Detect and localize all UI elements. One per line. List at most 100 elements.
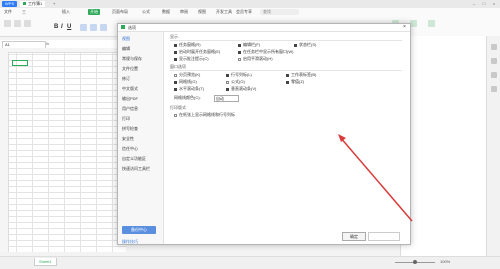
option-status-bar[interactable]: 状态栏(S) [294,43,316,47]
menu-review[interactable]: 审阅 [178,9,190,15]
minimize-icon[interactable]: – [470,1,478,7]
nav-item-spell-check[interactable]: 拼写检查 [122,126,138,132]
ok-button[interactable]: 确定 [342,232,366,241]
italic-icon[interactable]: I [61,24,66,30]
divider [170,70,402,71]
option-expand-task-pane[interactable]: 启动时展开任务窗格(E) [174,50,220,54]
nav-item-custom-ribbon[interactable]: 自定义功能区 [122,156,146,162]
option-zero-values[interactable]: 零值(Z) [286,80,304,84]
checkbox-checked[interactable] [238,43,241,47]
option-print-gridlines[interactable]: 在纸张上显示网格线和行号列标 [174,113,235,117]
option-gridlines[interactable]: 网格线(G) [174,80,197,84]
checkbox-checked[interactable] [238,50,241,54]
tools-icon[interactable] [491,86,497,92]
option-horizontal-scrollbar[interactable]: 水平滚动条(T) [174,87,204,91]
sheet-tab[interactable]: Sheet1 [34,258,57,266]
option-vertical-scrollbar[interactable]: 垂直滚动条(V) [226,87,256,91]
nav-item-revision[interactable]: 修订 [122,76,130,82]
cut-icon[interactable] [14,20,21,27]
nav-item-security[interactable]: 安全性 [122,136,134,142]
nav-item-print[interactable]: 打印 [122,116,130,122]
section-print-title: 打印版式 [170,105,186,110]
checkbox-checked[interactable] [226,73,229,77]
zoom-slider-handle[interactable] [413,260,417,264]
nav-item-quick-access[interactable]: 快速访问工具栏 [122,166,150,172]
cursor-icon[interactable] [491,44,497,50]
close-icon[interactable]: × [490,1,498,7]
cell-grid[interactable] [0,48,126,252]
spreadsheet-icon [23,2,26,6]
checkbox-unchecked[interactable] [238,57,241,61]
option-comment-tips[interactable]: 显示批注提示(C) [174,57,209,61]
nav-item-output-pdf[interactable]: 输出PDF [122,96,138,102]
checkbox-checked[interactable] [226,87,229,91]
checkbox-checked[interactable] [174,80,177,84]
dialog-title: 选项 [128,25,136,30]
new-tab-button[interactable]: + [50,1,58,7]
selected-cell[interactable] [12,60,28,66]
checkbox-unchecked[interactable] [174,73,177,77]
nav-item-trust-center[interactable]: 信任中心 [122,146,138,152]
nav-item-file-location[interactable]: 文件位置 [122,66,138,72]
row-header[interactable] [0,52,9,252]
option-page-break-preview[interactable]: 分页预览(K) [174,73,200,77]
option-formulas[interactable]: 公式(O) [226,80,245,84]
align-left-icon[interactable] [80,24,87,31]
menu-insert[interactable]: 插入 [60,9,72,15]
format-painter-icon[interactable] [24,20,31,27]
underline-icon[interactable]: U [67,24,72,30]
menu-member[interactable]: 会员专享 [234,9,254,15]
menu-view[interactable]: 视图 [196,9,208,15]
nav-item-general-save[interactable]: 常规与保存 [122,56,142,62]
document-tab[interactable]: 工作簿1 [20,1,46,7]
maximize-icon[interactable]: □ [480,1,488,7]
nav-item-user-info[interactable]: 用户信息 [122,106,138,112]
fx-icon[interactable]: fx [46,41,49,47]
freeze-panes-icon[interactable] [410,20,417,27]
align-center-icon[interactable] [90,24,97,31]
backup-center-button[interactable]: 备份中心 [122,226,156,234]
checkbox-checked[interactable] [174,50,177,54]
option-formula-bar[interactable]: 编辑栏(F) [238,43,260,47]
bold-icon[interactable]: B [54,24,59,30]
zoom-level[interactable]: 100% [440,259,450,265]
nav-item-edit[interactable]: 编辑 [122,46,130,52]
nav-item-view[interactable]: 视图 [122,36,130,42]
cancel-button[interactable] [368,232,400,241]
menu-home[interactable]: 开始 [88,9,100,15]
app-logo[interactable]: WPS [2,1,18,7]
checkbox-checked[interactable] [286,73,289,77]
menu-formulas[interactable]: 公式 [140,9,152,15]
divider [170,40,402,41]
properties-icon[interactable] [491,58,497,64]
style-icon[interactable] [491,72,497,78]
menu-developer[interactable]: 开发工具 [214,9,234,15]
gridline-color-select[interactable]: 自动 [214,95,239,102]
tips-link[interactable]: 操作技巧 [122,239,138,244]
option-taskbar-windows[interactable]: 在任务栏中显示所有窗口(W) [238,50,293,54]
nav-item-chinese-layout[interactable]: 中文版式 [122,86,138,92]
checkbox-unchecked[interactable] [226,80,229,84]
column-header[interactable] [0,48,126,53]
menu-more[interactable]: 三 [20,9,28,15]
menu-file[interactable]: 文件 [2,9,14,15]
section-window-title: 窗口选项 [170,64,186,69]
option-smooth-scroll[interactable]: 启用平滑滚动(H) [238,57,273,61]
section-show-title: 显示 [170,34,178,39]
search-input[interactable]: 查找 [260,9,299,15]
option-row-col-headers[interactable]: 行号列标(L) [226,73,252,77]
checkbox-checked[interactable] [294,43,297,47]
close-icon[interactable]: × [401,24,408,31]
checkbox-checked[interactable] [174,57,177,61]
menu-page-layout[interactable]: 页面布局 [110,9,130,15]
menu-data[interactable]: 数据 [160,9,172,15]
checkbox-checked[interactable] [174,43,177,47]
checkbox-checked[interactable] [286,80,289,84]
checkbox-checked[interactable] [174,87,177,91]
paste-icon[interactable] [4,20,11,27]
find-icon[interactable] [428,20,435,27]
checkbox-unchecked[interactable] [174,113,177,117]
align-right-icon[interactable] [100,24,107,31]
option-task-pane[interactable]: 任务窗格(R) [174,43,201,47]
option-sheet-tabs[interactable]: 工作表标签(B) [286,73,316,77]
